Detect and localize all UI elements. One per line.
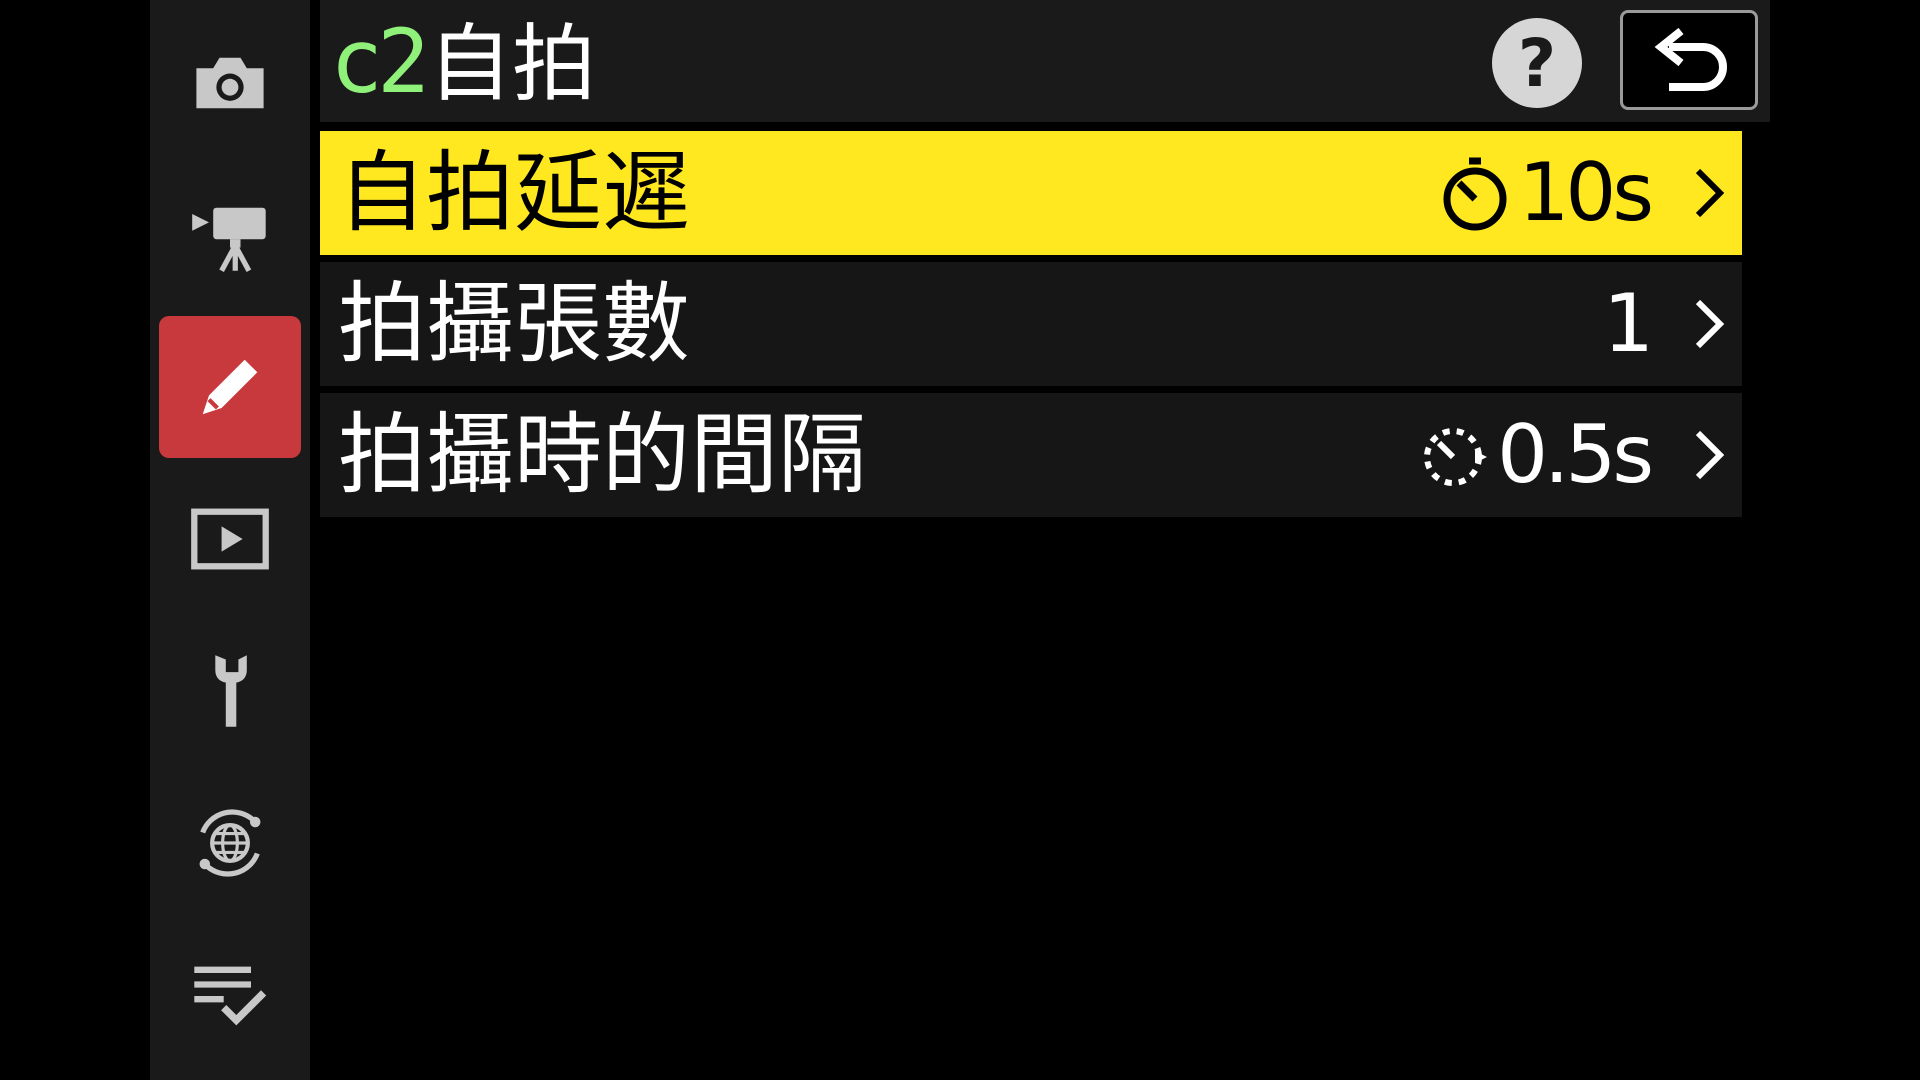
wrench-icon (215, 655, 247, 727)
menu-item-number-of-shots[interactable]: 拍攝張數 1 (320, 262, 1742, 386)
sidebar-item-custom[interactable] (159, 316, 301, 458)
pencil-icon (202, 359, 258, 415)
sidebar-item-my-menu[interactable] (159, 924, 301, 1066)
header: c2 自拍 ? (320, 0, 1770, 122)
chevron-right-icon (1695, 168, 1725, 218)
menu-item-label: 拍攝張數 (338, 272, 691, 375)
movie-camera-icon (192, 207, 266, 272)
my-menu-checklist-icon (194, 966, 267, 1026)
network-globe-icon (199, 809, 261, 877)
menu-item-interval-between-shots[interactable]: 拍攝時的間隔 0.5s (320, 393, 1742, 517)
menu-item-label: 自拍延遲 (338, 141, 691, 244)
menu-item-value: 1 (1603, 277, 1654, 370)
menu-code: c2 (330, 10, 430, 113)
help-icon: ? (1517, 24, 1557, 102)
sidebar-item-photo[interactable] (159, 12, 301, 154)
interval-timer-icon (1424, 428, 1488, 486)
menu-item-value: 0.5s (1413, 405, 1654, 505)
self-timer-icon (1443, 157, 1507, 231)
chevron-right-icon (1695, 299, 1725, 349)
help-button[interactable]: ? (1492, 18, 1582, 108)
back-button[interactable] (1620, 10, 1758, 110)
chevron-right-icon (1695, 430, 1725, 480)
menu-item-value: 10s (1435, 143, 1654, 243)
camera-icon (196, 57, 264, 109)
sidebar-item-network[interactable] (159, 772, 301, 914)
return-arrow-icon (1654, 27, 1727, 91)
sidebar (150, 0, 310, 1080)
sidebar-item-playback[interactable] (159, 468, 301, 610)
sidebar-item-setup[interactable] (159, 620, 301, 762)
menu-item-label: 拍攝時的間隔 (338, 403, 867, 506)
playback-icon (191, 508, 269, 570)
page-title: 自拍 (428, 15, 597, 113)
sidebar-item-movie[interactable] (159, 164, 301, 306)
menu-item-self-timer-delay[interactable]: 自拍延遲 10s (320, 131, 1742, 255)
